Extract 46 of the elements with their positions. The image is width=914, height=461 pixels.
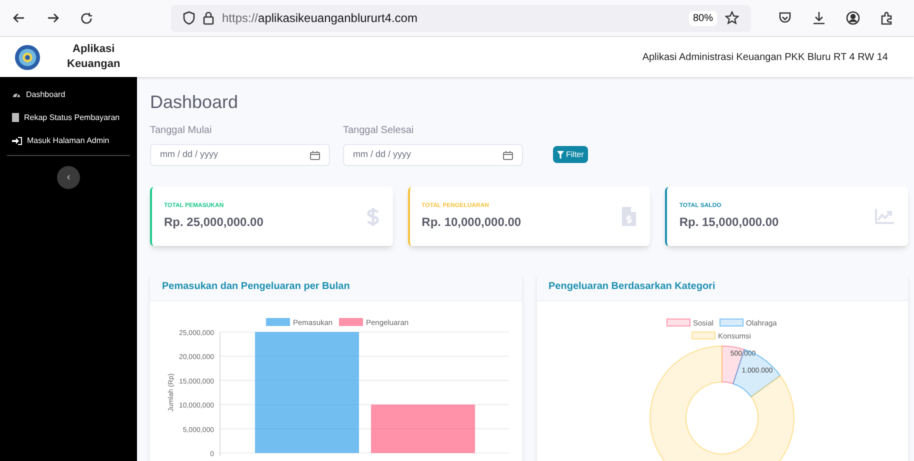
- date-field[interactable]: mm / dd / yyyy: [150, 144, 330, 166]
- invoice-icon: [622, 207, 636, 226]
- sidebar-link[interactable]: Rekap Status Pembayaran: [24, 112, 120, 124]
- sign-in-icon: [12, 136, 22, 144]
- sidebar-link[interactable]: Dashboard: [26, 88, 66, 100]
- stat-value: Rp. 25,000,000.00: [164, 214, 264, 231]
- back-icon[interactable]: [12, 11, 26, 25]
- stat-value: Rp. 10,000,000.00: [422, 214, 522, 231]
- filter-button[interactable]: Filter: [553, 146, 588, 163]
- dollar-icon: [366, 206, 379, 226]
- sidebar-collapse-button[interactable]: ‹: [57, 166, 80, 189]
- sidebar-link[interactable]: Masuk Halaman Admin: [27, 134, 110, 146]
- download-icon[interactable]: [812, 11, 826, 25]
- field-label: Tanggal Mulai: [150, 124, 213, 138]
- bookmark-star-icon[interactable]: [725, 11, 739, 25]
- legend-swatch: [339, 318, 363, 326]
- shield-icon[interactable]: [183, 11, 195, 25]
- legend-swatch: [691, 332, 715, 340]
- pocket-icon[interactable]: [778, 11, 792, 25]
- calendar-icon[interactable]: [310, 150, 320, 160]
- date-field[interactable]: mm / dd / yyyy: [343, 144, 523, 166]
- lock-icon[interactable]: [203, 11, 214, 25]
- reload-icon[interactable]: [80, 12, 93, 24]
- zoom-badge[interactable]: 80%: [688, 10, 717, 26]
- page-title: Dashboard: [150, 91, 240, 113]
- gauge-icon: [12, 91, 21, 98]
- header-subtitle: Aplikasi Administrasi Keuangan PKK Bluru RT 4 RW 14: [642, 50, 888, 64]
- document-icon: [12, 113, 19, 122]
- funnel-icon: [557, 150, 564, 158]
- legend-swatch: [719, 318, 743, 326]
- card-title: Pemasukan dan Pengeluaran per Bulan: [162, 280, 350, 294]
- stat-value: Rp. 15,000,000.00: [679, 214, 779, 231]
- app-name: Aplikasi: [72, 42, 115, 57]
- address-bar[interactable]: https://aplikasikeuanganblururt4.com 80%: [171, 4, 751, 32]
- url-text: https://aplikasikeuanganblururt4.com: [222, 10, 418, 27]
- logo-emblem: [14, 44, 41, 70]
- card-title: Pengeluaran Berdasarkan Kategori: [548, 280, 716, 294]
- legend-swatch: [666, 318, 690, 326]
- account-icon[interactable]: [846, 11, 860, 25]
- forward-icon[interactable]: [46, 11, 60, 25]
- field-label: Tanggal Selesai: [343, 124, 415, 138]
- calendar-icon[interactable]: [503, 150, 513, 160]
- extensions-icon[interactable]: [880, 11, 894, 25]
- line-chart-icon: [875, 209, 894, 224]
- app-name: Keuangan: [67, 57, 120, 72]
- legend-swatch: [266, 318, 290, 326]
